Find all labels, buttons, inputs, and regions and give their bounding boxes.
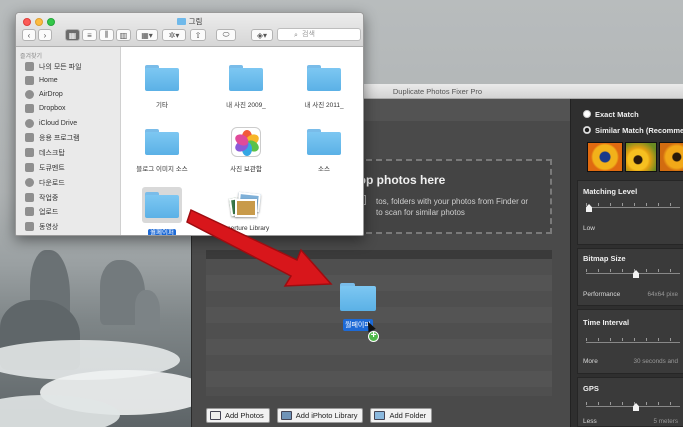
all-files-icon [25, 62, 34, 71]
desktop-icon [25, 148, 34, 157]
chevron-left-icon: ‹ [27, 30, 31, 40]
cloud-icon [25, 119, 34, 128]
sidebar-item-upload[interactable]: 업로드 [25, 205, 58, 218]
dropbox-icon: ◈▾ [256, 30, 268, 40]
sidebar-item-downloads[interactable]: 다운로드 [25, 176, 65, 189]
arrange-button[interactable]: ▦▾ [136, 29, 158, 41]
sidebar-item-documents[interactable]: 도큐멘트 [25, 161, 65, 174]
photos-app-icon [231, 127, 261, 157]
sidebar-item-all-files[interactable]: 나의 모든 파일 [25, 60, 82, 73]
tag-icon: ⬭ [222, 30, 230, 39]
sidebar-header: 즐겨찾기 [20, 54, 43, 60]
list-icon: ≡ [87, 30, 92, 40]
share-icon: ⇧ [194, 30, 202, 40]
arrange-icon: ▦▾ [141, 30, 153, 40]
sidebar-item-desktop[interactable]: 데스크탑 [25, 146, 65, 159]
settings-panel: Exact Match Similar Match (Recomme Match… [570, 99, 683, 427]
similar-match-label: Similar Match (Recomme [595, 126, 683, 135]
list-view-button[interactable]: ≡ [82, 29, 97, 41]
add-photos-button[interactable]: Add Photos [206, 408, 270, 423]
applications-icon [25, 133, 34, 142]
sample-photo-1 [587, 142, 623, 172]
exact-match-label: Exact Match [595, 110, 639, 119]
airdrop-icon [25, 90, 34, 99]
dragged-folder-icon[interactable] [340, 283, 376, 311]
folder-item-selected[interactable]: 월페이퍼 [131, 187, 193, 235]
forward-button[interactable]: › [38, 29, 52, 41]
sidebar-item-work[interactable]: 작업중 [25, 191, 58, 204]
share-button[interactable]: ⇧ [190, 29, 206, 41]
search-input[interactable]: ⌕ 검색 [277, 28, 361, 41]
similar-match-radio[interactable] [583, 126, 591, 134]
gps-group: GPS Less 5 meters [577, 377, 683, 427]
grid-icon: ▦ [68, 30, 77, 40]
folder-icon [229, 65, 263, 91]
folder-item[interactable]: 내 사진 2011_ [285, 65, 363, 109]
photo-icon [210, 411, 221, 420]
exact-match-radio[interactable] [583, 110, 591, 118]
folder-icon [307, 65, 341, 91]
download-icon [25, 178, 34, 187]
folder-icon [25, 207, 34, 216]
sample-photo-2 [625, 142, 657, 172]
finder-sidebar: 즐겨찾기 나의 모든 파일 Home AirDrop Dropbox iClou… [16, 47, 121, 235]
folder-icon [145, 65, 179, 91]
dropbox-icon [25, 104, 34, 113]
sidebar-item-icloud[interactable]: iCloud Drive [25, 117, 77, 130]
coverflow-view-button[interactable]: ▥ [116, 29, 131, 41]
iphoto-icon [280, 411, 292, 420]
folder-item[interactable]: 블로그 이미지 소스 [123, 129, 201, 173]
bitmap-size-group: Bitmap Size Performance 64x64 pixe [577, 248, 683, 306]
folder-icon [25, 193, 34, 202]
folder-icon [307, 129, 341, 155]
sidebar-item-airdrop[interactable]: AirDrop [25, 88, 63, 101]
columns-icon: ⫼ [104, 30, 109, 39]
folder-icon [145, 129, 179, 155]
document-icon [25, 163, 34, 172]
action-button[interactable]: ✲▾ [162, 29, 186, 41]
sidebar-item-applications[interactable]: 응용 프로그램 [25, 131, 80, 144]
sample-photo-3 [659, 142, 683, 172]
drop-title: rop photos here [354, 173, 446, 187]
finder-toolbar: 그림 ‹ › ▦ ≡ ⫼ ▥ ▦▾ ✲▾ ⇧ ⬭ ◈▾ ⌕ 검색 [16, 13, 363, 47]
back-button[interactable]: ‹ [22, 29, 36, 41]
column-view-button[interactable]: ⫼ [99, 29, 114, 41]
sidebar-item-dropbox[interactable]: Dropbox [25, 102, 65, 115]
gear-icon: ✲▾ [168, 30, 180, 40]
chevron-right-icon: › [43, 30, 47, 40]
folder-item[interactable]: 소스 [285, 129, 363, 173]
icon-view-button[interactable]: ▦ [65, 29, 80, 41]
search-icon: ⌕ [294, 32, 298, 39]
matching-level-group: Matching Level Low [577, 180, 683, 245]
coverflow-icon: ▥ [119, 30, 128, 40]
sidebar-item-movies[interactable]: 동영상 [25, 220, 58, 233]
sidebar-item-home[interactable]: Home [25, 74, 58, 87]
finder-title: 그림 [16, 16, 363, 27]
add-iphoto-library-button[interactable]: Add iPhoto Library [276, 408, 364, 423]
time-interval-group: Time Interval More 30 seconds and [577, 309, 683, 374]
drop-subtitle: tos, folders with your photos from Finde… [376, 197, 529, 217]
folder-item[interactable]: 내 사진 2009_ [207, 65, 285, 109]
add-folder-button[interactable]: Add Folder [370, 408, 433, 423]
folder-icon [374, 411, 386, 420]
add-badge-icon: + [368, 331, 379, 342]
tags-button[interactable]: ⬭ [216, 29, 236, 41]
dropbox-button[interactable]: ◈▾ [251, 29, 273, 41]
folder-icon [145, 192, 179, 218]
photo-library-item[interactable]: 사진 보관함 [207, 127, 285, 173]
drag-arrow-icon [186, 208, 333, 287]
home-icon [25, 76, 34, 85]
film-icon [25, 222, 34, 231]
folder-title-icon [176, 18, 186, 25]
folder-item[interactable]: 기타 [123, 65, 201, 109]
